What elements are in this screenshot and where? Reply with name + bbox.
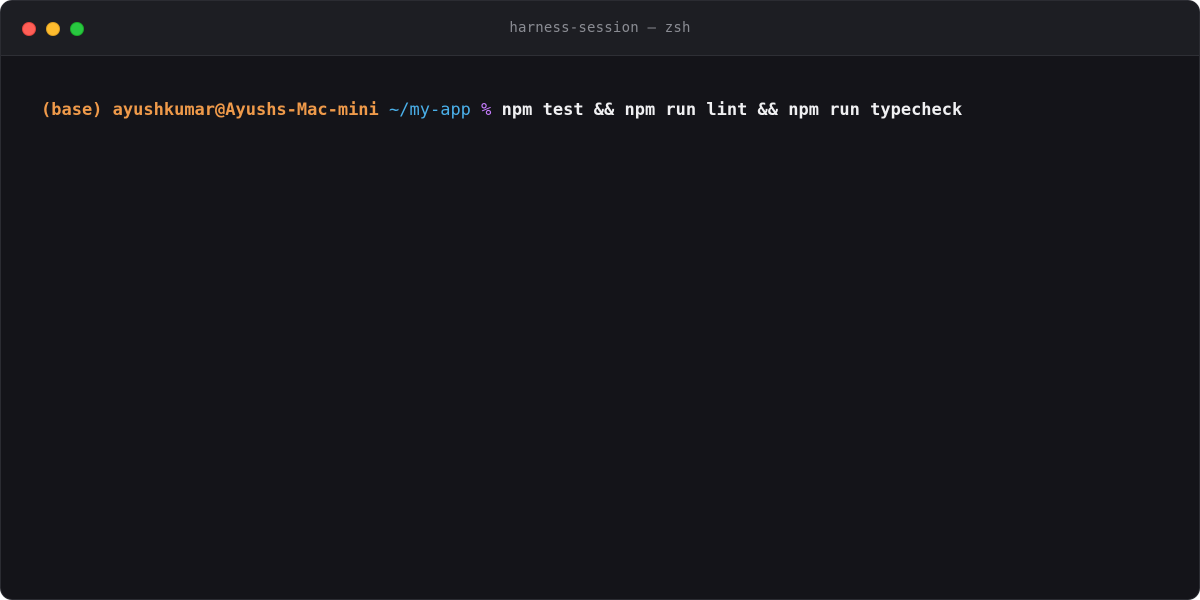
terminal-window: harness-session — zsh (base) ayushkumar@…: [0, 0, 1200, 600]
window-title: harness-session — zsh: [509, 20, 691, 36]
user-host-label: ayushkumar@Ayushs-Mac-mini: [112, 100, 379, 120]
conda-env-label: (base): [41, 100, 103, 120]
current-directory-label: ~/my-app: [389, 100, 471, 120]
prompt-line: (base) ayushkumar@Ayushs-Mac-mini ~/my-a…: [41, 100, 962, 120]
title-bar: harness-session — zsh: [1, 1, 1199, 56]
command-text: npm test && npm run lint && npm run type…: [501, 100, 963, 120]
prompt-symbol: %: [481, 100, 492, 120]
terminal-output[interactable]: (base) ayushkumar@Ayushs-Mac-mini ~/my-a…: [41, 97, 1179, 123]
